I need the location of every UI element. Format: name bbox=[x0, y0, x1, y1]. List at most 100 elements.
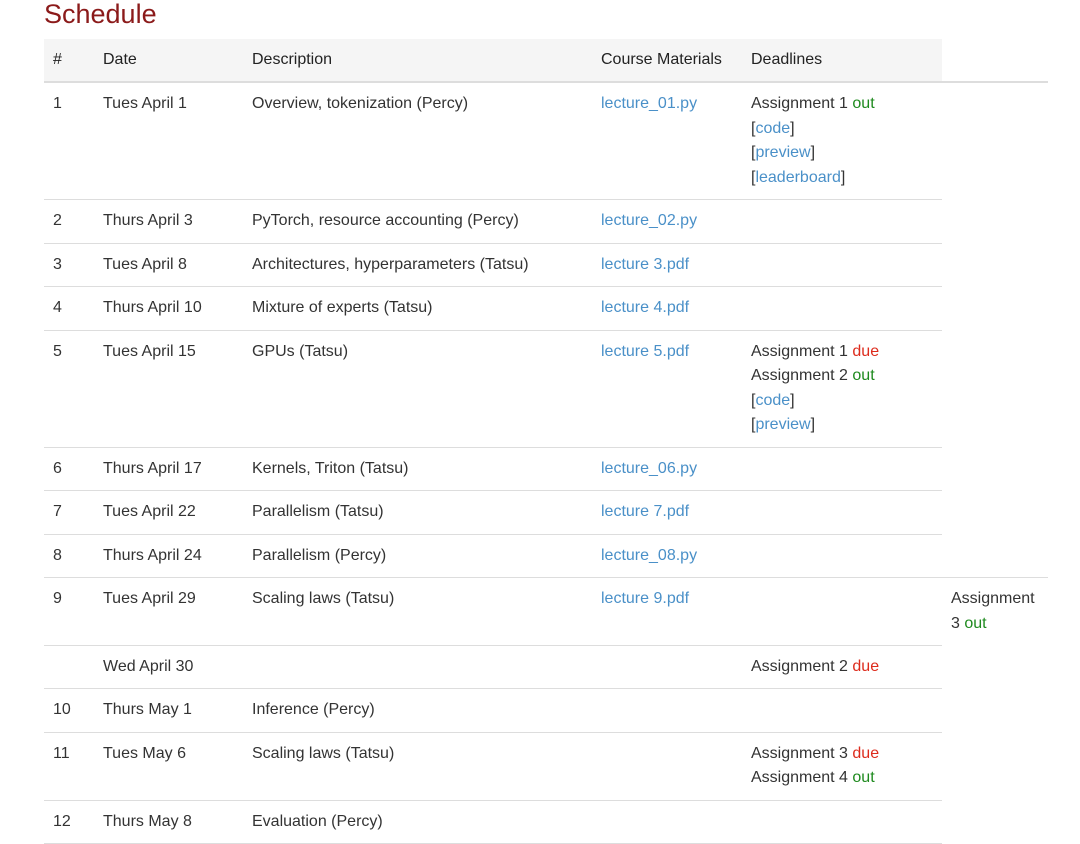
table-row: 11 Tues May 6 Scaling laws (Tatsu) Assignme… bbox=[44, 731, 1048, 800]
deadline-code-link[interactable]: code bbox=[755, 392, 790, 409]
deadline-status-due: due bbox=[852, 342, 880, 360]
deadline-line: [preview] bbox=[751, 416, 816, 433]
deadline-assignment-text: 3 bbox=[951, 614, 965, 632]
col-header-number: # bbox=[44, 39, 94, 83]
row-course-material bbox=[592, 799, 742, 844]
deadline-code-link[interactable]: code bbox=[755, 120, 790, 137]
row-course-material: lecture_02.py bbox=[592, 199, 742, 243]
row-course-material: lecture 7.pdf bbox=[592, 490, 742, 534]
row-deadlines bbox=[742, 199, 942, 243]
row-extra-deadlines bbox=[942, 199, 1048, 243]
row-date: Tues April 8 bbox=[94, 242, 243, 287]
deadline-leaderboard-link[interactable]: leaderboard bbox=[755, 169, 840, 186]
row-number: 6 bbox=[44, 446, 94, 491]
row-date: Thurs April 10 bbox=[94, 286, 243, 330]
row-number: 4 bbox=[44, 286, 94, 330]
table-row: 12 Thurs May 8 Evaluation (Percy) bbox=[44, 799, 1048, 844]
row-description: GPUs (Tatsu) bbox=[243, 329, 592, 447]
row-number bbox=[44, 644, 94, 689]
row-deadlines bbox=[742, 446, 942, 491]
table-row: 8 Thurs April 24 Parallelism (Percy) lectur… bbox=[44, 533, 1048, 578]
row-course-material bbox=[592, 688, 742, 732]
course-material-link[interactable]: lecture 7.pdf bbox=[601, 503, 689, 520]
row-number: 2 bbox=[44, 199, 94, 243]
row-extra-deadlines bbox=[942, 330, 1048, 447]
row-description: Evaluation (Percy) bbox=[243, 799, 592, 844]
deadline-line: Assignment 4 out bbox=[751, 766, 942, 791]
course-material-link[interactable]: lecture 4.pdf bbox=[601, 299, 689, 316]
row-extra-deadlines bbox=[942, 243, 1048, 287]
row-description: Parallelism (Percy) bbox=[243, 533, 592, 578]
row-number: 11 bbox=[44, 731, 94, 800]
row-number: 5 bbox=[44, 329, 94, 447]
course-material-link[interactable]: lecture_01.py bbox=[601, 95, 697, 112]
page-title: Schedule bbox=[44, 0, 157, 29]
row-number: 10 bbox=[44, 688, 94, 732]
deadline-status-out: out bbox=[852, 95, 875, 112]
deadline-assignment-text: Assignment 2 bbox=[751, 657, 853, 675]
table-row: 6 Thurs April 17 Kernels, Triton (Tatsu) le… bbox=[44, 446, 1048, 491]
deadline-line: [code] bbox=[751, 119, 795, 137]
course-material-link[interactable]: lecture 5.pdf bbox=[601, 343, 689, 360]
deadline-assignment-text: Assignment 3 bbox=[751, 744, 853, 762]
deadline-status-out: out bbox=[852, 769, 875, 786]
row-description: Inference (Percy) bbox=[243, 688, 592, 732]
deadline-line: [leaderboard] bbox=[751, 168, 846, 186]
row-deadlines bbox=[742, 799, 942, 844]
row-number: 8 bbox=[44, 533, 94, 578]
deadline-status-out: out bbox=[964, 614, 987, 632]
col-header-extra bbox=[942, 39, 1048, 83]
row-date: Wed April 30 bbox=[94, 644, 243, 689]
deadline-line: 3 out bbox=[951, 612, 1048, 637]
row-course-material: lecture 4.pdf bbox=[592, 286, 742, 330]
row-date: Tues May 6 bbox=[94, 731, 243, 800]
row-deadlines: Assignment 3 due Assignment 4 out bbox=[742, 731, 942, 800]
row-description bbox=[243, 644, 592, 689]
deadline-assignment-text: Assignment 1 bbox=[751, 95, 853, 112]
course-material-link[interactable]: lecture 9.pdf bbox=[601, 590, 689, 607]
row-deadlines bbox=[742, 286, 942, 330]
row-date: Tues April 29 bbox=[94, 577, 243, 645]
row-description: Architectures, hyperparameters (Tatsu) bbox=[243, 242, 592, 287]
table-row: 2 Thurs April 3 PyTorch, resource accounti… bbox=[44, 199, 1048, 243]
deadline-line: Assignment 1 due bbox=[751, 340, 942, 365]
deadline-line: Assignment 2 due bbox=[751, 655, 942, 680]
row-date: Tues April 15 bbox=[94, 329, 243, 447]
row-description: PyTorch, resource accounting (Percy) bbox=[243, 199, 592, 243]
row-deadlines bbox=[742, 577, 942, 645]
table-row: 7 Tues April 22 Parallelism (Tatsu) lecture… bbox=[44, 490, 1048, 534]
course-material-link[interactable]: lecture_02.py bbox=[601, 212, 697, 229]
row-course-material: lecture_08.py bbox=[592, 533, 742, 578]
row-date: Thurs April 24 bbox=[94, 533, 243, 578]
deadline-line: Assignment 2 out bbox=[751, 364, 942, 389]
col-header-date: Date bbox=[94, 39, 243, 83]
row-deadlines bbox=[742, 688, 942, 732]
row-extra-deadlines bbox=[942, 490, 1048, 534]
deadline-preview-link[interactable]: preview bbox=[755, 144, 810, 161]
row-description: Scaling laws (Tatsu) bbox=[243, 577, 592, 645]
row-course-material bbox=[592, 644, 742, 689]
row-description: Mixture of experts (Tatsu) bbox=[243, 286, 592, 330]
row-course-material bbox=[592, 731, 742, 800]
deadline-assignment-text: Assignment 2 bbox=[751, 367, 853, 384]
row-extra-deadlines bbox=[942, 447, 1048, 491]
row-description: Overview, tokenization (Percy) bbox=[252, 95, 469, 112]
deadline-line: Assignment 1 out bbox=[751, 92, 942, 117]
table-row: 5 Tues April 15 GPUs (Tatsu) lecture 5.pdf A… bbox=[44, 329, 1048, 447]
row-course-material: lecture_06.py bbox=[592, 446, 742, 491]
course-material-link[interactable]: lecture 3.pdf bbox=[601, 256, 689, 273]
row-course-material: lecture_01.py bbox=[592, 82, 742, 200]
table-row: Wed April 30 Assignment 2 due bbox=[44, 644, 1048, 689]
row-date: Tues April 1 bbox=[103, 95, 187, 112]
deadline-status-out: out bbox=[852, 367, 875, 384]
deadline-assignment-text: Assignment bbox=[951, 590, 1035, 607]
row-extra-deadlines bbox=[942, 534, 1048, 578]
row-description: Parallelism (Tatsu) bbox=[243, 490, 592, 534]
table-row: 9 Tues April 29 Scaling laws (Tatsu) lectur… bbox=[44, 577, 1048, 645]
course-material-link[interactable]: lecture_08.py bbox=[601, 547, 697, 564]
deadline-preview-link[interactable]: preview bbox=[755, 416, 810, 433]
row-number: 7 bbox=[44, 490, 94, 534]
row-extra-deadlines bbox=[942, 82, 1048, 200]
row-description: Kernels, Triton (Tatsu) bbox=[243, 446, 592, 491]
course-material-link[interactable]: lecture_06.py bbox=[601, 460, 697, 477]
